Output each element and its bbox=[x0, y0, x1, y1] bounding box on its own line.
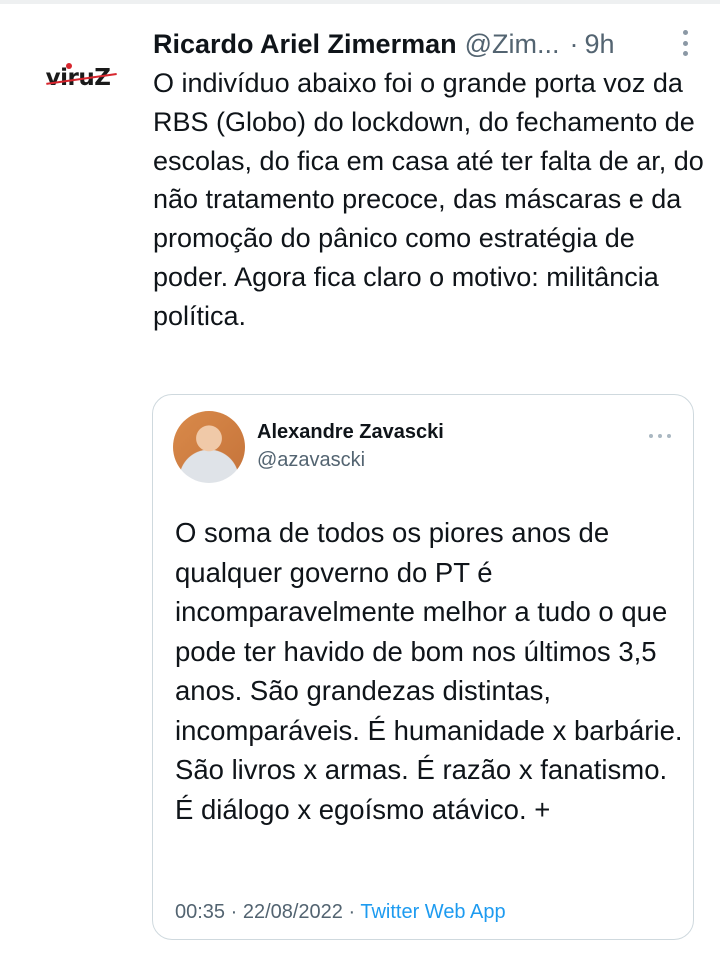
quoted-tweet-footer: 00:35 · 22/08/2022 · Twitter Web App bbox=[175, 901, 506, 924]
more-horizontal-icon[interactable] bbox=[649, 433, 671, 439]
tweet-text: O indivíduo abaixo foi o grande porta vo… bbox=[153, 68, 704, 331]
tweet-time[interactable]: 9h bbox=[585, 29, 615, 60]
more-vertical-icon[interactable] bbox=[682, 30, 688, 56]
top-divider bbox=[0, 0, 720, 4]
quoted-author-name[interactable]: Alexandre Zavascki bbox=[257, 421, 444, 444]
viruz-logo: viruZ bbox=[46, 63, 117, 91]
quoted-tweet-text: O soma de todos os piores anos de qualqu… bbox=[175, 517, 683, 825]
author-avatar[interactable]: viruZ bbox=[28, 58, 128, 98]
quoted-source-link[interactable]: Twitter Web App bbox=[360, 901, 505, 923]
quoted-author-avatar[interactable] bbox=[173, 411, 245, 483]
separator-dot: · bbox=[569, 28, 579, 59]
tweet-header: Ricardo Ariel Zimerman @Zim... · 9h bbox=[153, 24, 702, 64]
author-name[interactable]: Ricardo Ariel Zimerman bbox=[153, 29, 457, 60]
quoted-timestamp[interactable]: 00:35 · 22/08/2022 · bbox=[175, 901, 355, 923]
quoted-tweet-card[interactable]: Alexandre Zavascki @azavascki O soma de … bbox=[152, 394, 694, 940]
quoted-author-handle[interactable]: @azavascki bbox=[257, 449, 365, 472]
author-handle[interactable]: @Zim... bbox=[465, 29, 560, 60]
